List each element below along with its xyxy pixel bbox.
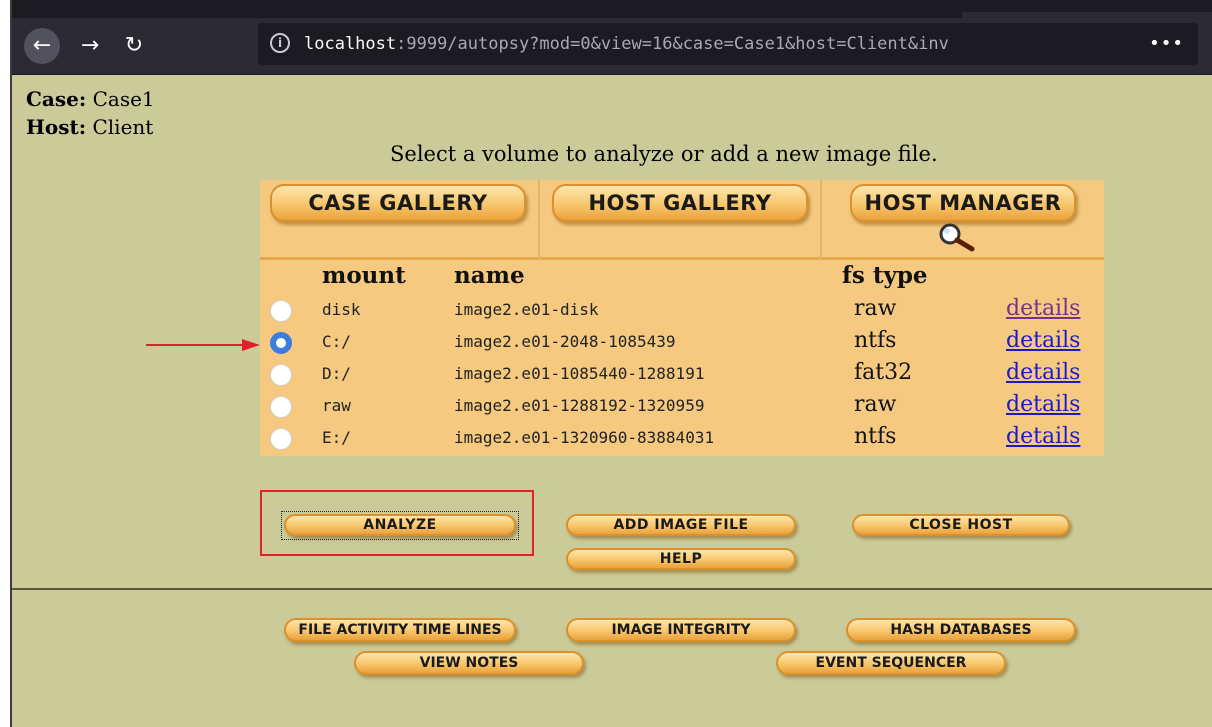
table-row: D:/ image2.e01-1085440-1288191 fat32 det…	[260, 358, 1104, 390]
details-link[interactable]: details	[1006, 328, 1080, 353]
name-cell: image2.e01-1288192-1320959	[454, 396, 705, 415]
image-integrity-button[interactable]: IMAGE INTEGRITY	[566, 618, 796, 642]
name-cell: image2.e01-2048-1085439	[454, 332, 676, 351]
table-row: raw image2.e01-1288192-1320959 raw detai…	[260, 390, 1104, 422]
name-cell: image2.e01-disk	[454, 300, 599, 319]
forward-arrow-icon[interactable]: →	[72, 28, 108, 64]
fs-type-cell: raw	[854, 392, 897, 417]
column-header-mount: mount	[322, 262, 406, 289]
details-link[interactable]: details	[1006, 296, 1080, 321]
help-button[interactable]: HELP	[566, 548, 796, 570]
url-host: localhost	[304, 34, 397, 54]
column-header-name: name	[454, 262, 525, 289]
fs-type-cell: raw	[854, 296, 897, 321]
red-arrow-annotation	[146, 339, 260, 351]
table-row: E:/ image2.e01-1320960-83884031 ntfs det…	[260, 422, 1104, 454]
gallery-tab-bar: CASE GALLERY HOST GALLERY HOST MANAGER	[260, 180, 1104, 260]
close-host-button[interactable]: CLOSE HOST	[852, 514, 1070, 536]
details-link[interactable]: details	[1006, 392, 1080, 417]
file-activity-time-lines-button[interactable]: FILE ACTIVITY TIME LINES	[284, 618, 516, 642]
mount-cell: D:/	[322, 364, 351, 383]
fs-type-cell: fat32	[854, 360, 913, 385]
case-label: Case:	[26, 87, 87, 111]
browser-toolbar: ← → ↻ i localhost:9999/autopsy?mod=0&vie…	[12, 0, 1212, 75]
volume-radio[interactable]	[270, 364, 292, 386]
case-info: Case: Case1	[26, 87, 155, 111]
tab-strip	[12, 0, 1212, 18]
details-link[interactable]: details	[1006, 424, 1080, 449]
tab-case-gallery[interactable]: CASE GALLERY	[270, 184, 526, 222]
mount-cell: E:/	[322, 428, 351, 447]
tab-host-gallery[interactable]: HOST GALLERY	[552, 184, 808, 222]
host-label: Host:	[26, 115, 87, 139]
reload-icon[interactable]: ↻	[116, 28, 152, 64]
fs-type-cell: ntfs	[854, 424, 897, 449]
mount-cell: C:/	[322, 332, 351, 351]
host-value: Client	[92, 115, 154, 139]
volume-table: mount name fs type disk image2.e01-disk …	[260, 260, 1104, 456]
mount-cell: raw	[322, 396, 351, 415]
back-arrow-icon[interactable]: ←	[24, 28, 60, 64]
instruction-text: Select a volume to analyze or add a new …	[390, 142, 938, 166]
add-image-file-button[interactable]: ADD IMAGE FILE	[566, 514, 796, 536]
more-options-icon[interactable]: •••	[1149, 33, 1184, 54]
address-bar[interactable]: i localhost:9999/autopsy?mod=0&view=16&c…	[258, 23, 1198, 65]
volume-radio[interactable]	[270, 300, 292, 322]
info-icon[interactable]: i	[270, 33, 290, 53]
url-path: :9999/autopsy?mod=0&view=16&case=Case1&h…	[396, 34, 949, 54]
volume-radio[interactable]	[270, 428, 292, 450]
tab-host-manager[interactable]: HOST MANAGER	[850, 184, 1076, 222]
view-notes-button[interactable]: VIEW NOTES	[354, 651, 584, 675]
divider	[12, 588, 1212, 590]
case-value: Case1	[92, 87, 155, 111]
name-cell: image2.e01-1320960-83884031	[454, 428, 715, 447]
analyze-button[interactable]: ANALYZE	[284, 514, 516, 536]
event-sequencer-button[interactable]: EVENT SEQUENCER	[776, 651, 1006, 675]
column-header-fs-type: fs type	[842, 262, 928, 289]
mount-cell: disk	[322, 300, 361, 319]
table-row: C:/ image2.e01-2048-1085439 ntfs details	[260, 326, 1104, 358]
fs-type-cell: ntfs	[854, 328, 897, 353]
host-info: Host: Client	[26, 115, 153, 139]
hash-databases-button[interactable]: HASH DATABASES	[846, 618, 1076, 642]
volume-radio[interactable]	[270, 396, 292, 418]
page-frame: ← → ↻ i localhost:9999/autopsy?mod=0&vie…	[10, 0, 1212, 727]
volume-radio-selected[interactable]	[270, 332, 292, 354]
magnifier-icon	[939, 223, 975, 252]
url-text[interactable]: localhost:9999/autopsy?mod=0&view=16&cas…	[304, 34, 1144, 54]
table-row: disk image2.e01-disk raw details	[260, 294, 1104, 326]
details-link[interactable]: details	[1006, 360, 1080, 385]
name-cell: image2.e01-1085440-1288191	[454, 364, 705, 383]
